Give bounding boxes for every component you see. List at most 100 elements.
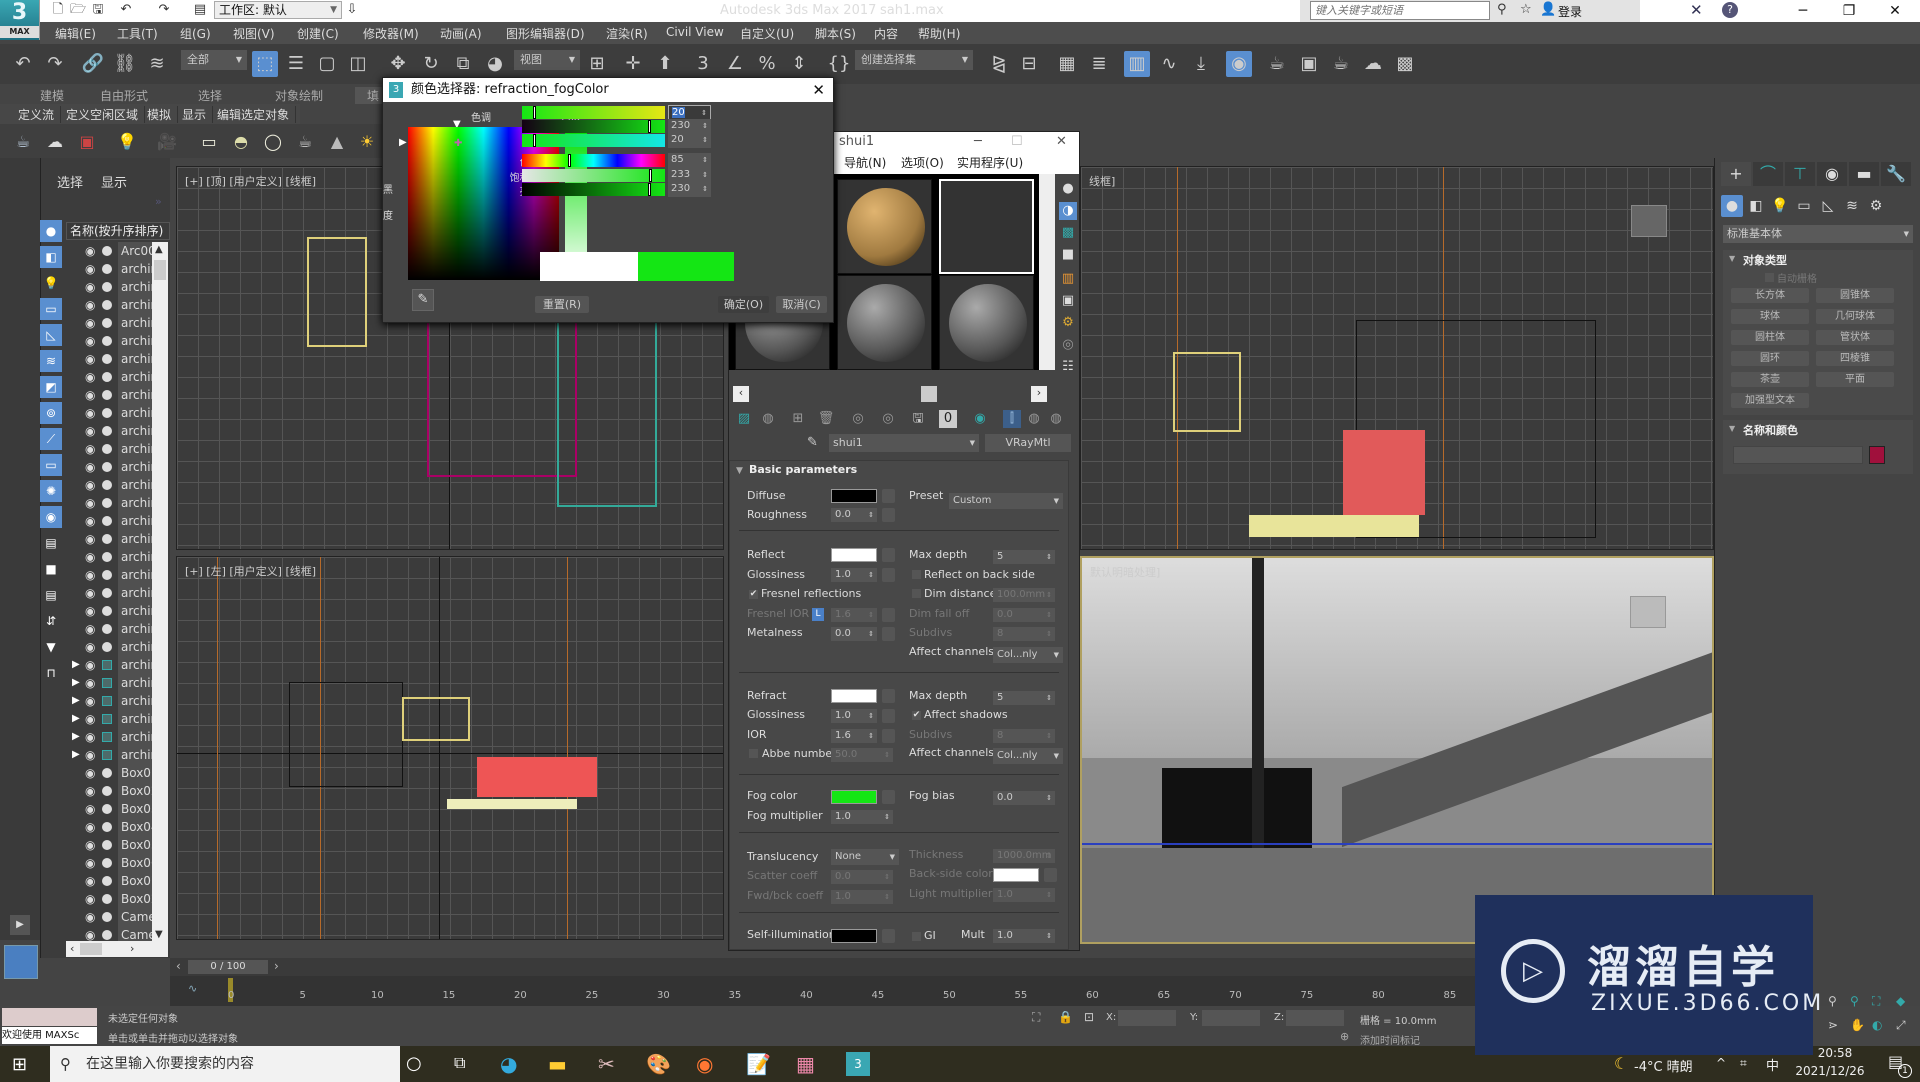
menu-content[interactable]: 内容 — [874, 25, 898, 42]
show-shaded-icon[interactable]: ◉ — [971, 410, 989, 428]
make-preview-icon[interactable]: ▣ — [1059, 292, 1077, 310]
rollout-collapse-icon[interactable]: ▼ — [736, 466, 743, 476]
ref-coord-dropdown[interactable]: 视图 ▼ — [514, 50, 580, 70]
filter-icon[interactable]: ▼ — [40, 636, 62, 658]
hierarchy-tab-icon[interactable]: ⊤ — [1785, 162, 1815, 186]
primitive-button[interactable]: 加强型文本 — [1731, 393, 1809, 408]
login-button[interactable]: 登录 — [1558, 3, 1582, 20]
visibility-eye-icon[interactable]: ◉ — [85, 440, 95, 458]
reset-button[interactable]: 重置(R) — [535, 296, 589, 313]
assign-material-icon[interactable]: ⊞ — [789, 410, 807, 428]
visibility-eye-icon[interactable]: ◉ — [85, 638, 95, 656]
scroll-left-icon[interactable]: ‹ — [733, 386, 749, 402]
restore-button[interactable]: ❐ — [1826, 0, 1872, 22]
mirror-icon[interactable]: ⧎ — [986, 51, 1012, 77]
scene-list-item[interactable]: ◉ Box03 — [66, 800, 156, 818]
ior-spinner[interactable]: 1.6 ⇕ — [831, 729, 877, 743]
visibility-eye-icon[interactable]: ◉ — [85, 584, 95, 602]
help-icon[interactable]: ? — [1722, 2, 1738, 18]
options-icon[interactable]: ⚙ — [1059, 314, 1077, 332]
spinner-arrows-icon[interactable]: ⇕ — [868, 627, 874, 641]
vray-toolbar-icon[interactable]: ▩ — [1392, 51, 1418, 77]
visibility-eye-icon[interactable]: ◉ — [85, 782, 95, 800]
spinner-arrows-icon[interactable]: ⇕ — [702, 153, 708, 167]
reflect-color-swatch[interactable] — [831, 548, 877, 562]
display-children-icon[interactable]: ▤ — [40, 532, 62, 554]
curve-editor-icon[interactable]: ∿ — [1156, 51, 1182, 77]
slider-thumb[interactable] — [649, 169, 653, 182]
material-name-field[interactable]: shui1 ▼ — [829, 434, 979, 452]
link-icon[interactable]: 🔗 — [80, 51, 106, 77]
scene-list-item[interactable]: ◉ archinteriors18 — [66, 566, 156, 584]
menu-views[interactable]: 视图(V) — [233, 25, 275, 42]
move-icon[interactable]: ✥ — [385, 51, 411, 77]
spinner-arrows-icon[interactable]: ⇕ — [1046, 929, 1052, 943]
visibility-eye-icon[interactable]: ◉ — [85, 476, 95, 494]
backside-map-button[interactable] — [1044, 868, 1057, 882]
self-illumination-map-button[interactable] — [882, 929, 895, 943]
filter-xrefs-icon[interactable]: ⊚ — [40, 402, 62, 424]
slots-hscroll[interactable]: ‹ › — [729, 386, 1055, 402]
utilities-tab-icon[interactable]: 🔧 — [1881, 162, 1911, 186]
spinner-arrows-icon[interactable]: ⇕ — [702, 119, 708, 133]
scene-explorer-icon[interactable]: ▦ — [1054, 51, 1080, 77]
select-by-material-icon[interactable]: ◎ — [1059, 336, 1077, 354]
subtab-define-idle-areas[interactable]: 定义空闲区域 — [60, 106, 146, 123]
spinner-arrows-icon[interactable]: ⇕ — [1046, 550, 1052, 564]
spinner-arrows-icon[interactable]: ⇕ — [884, 748, 890, 762]
app-icon[interactable]: ▦ — [796, 1052, 815, 1076]
y-coordinate-input[interactable] — [1202, 1010, 1260, 1026]
primitive-button[interactable]: 管状体 — [1816, 330, 1894, 345]
sample-slot[interactable] — [939, 275, 1034, 370]
scene-list-item[interactable]: ◉ archinteriors04 — [66, 314, 156, 332]
visibility-eye-icon[interactable]: ◉ — [85, 278, 95, 296]
play-expand-button[interactable]: ▶ — [10, 915, 30, 935]
primitive-button[interactable]: 四棱锥 — [1816, 351, 1894, 366]
filter-bones-icon[interactable]: ⟋ — [40, 428, 62, 450]
maxscript-listener[interactable] — [2, 1008, 97, 1026]
menu-tools[interactable]: 工具(T) — [117, 25, 158, 42]
scroll-left-icon[interactable]: ‹ — [70, 942, 74, 955]
weather-text[interactable]: -4°C 晴朗 — [1634, 1056, 1693, 1075]
scene-list-item[interactable]: ◉ archinteriors07 — [66, 368, 156, 386]
scene-list-item[interactable]: ◉ Box01 — [66, 764, 156, 782]
task-view-icon[interactable]: ⧉ — [454, 1053, 465, 1073]
menu-civil-view[interactable]: Civil View — [666, 25, 724, 39]
slider-thumb[interactable] — [533, 134, 537, 147]
vray-sphere-icon[interactable]: ◯ — [262, 131, 284, 153]
diffuse-map-button[interactable] — [882, 489, 895, 503]
time-tag-icon[interactable]: ⊕ — [1340, 1030, 1349, 1043]
vray-dome-icon[interactable]: ◓ — [230, 131, 252, 153]
visibility-eye-icon[interactable]: ◉ — [85, 260, 95, 278]
reflect-affect-dropdown[interactable]: Col...nly ▼ — [993, 647, 1063, 663]
hue-spinner[interactable]: 85 ⇕ — [668, 153, 711, 168]
menu-scripting[interactable]: 脚本(S) — [815, 25, 856, 42]
undo-icon[interactable]: ↶ — [10, 51, 36, 77]
filter-shapes-icon[interactable]: ◧ — [40, 246, 62, 268]
select-manipulate-icon[interactable]: ✛ — [620, 51, 646, 77]
uv-tiling-icon[interactable]: ■ — [1059, 246, 1077, 264]
subtab-display[interactable]: 显示 — [176, 106, 214, 123]
render-production-icon[interactable]: ☕ — [1328, 51, 1354, 77]
visibility-eye-icon[interactable]: ◉ — [85, 368, 95, 386]
reflect-max-depth-spinner[interactable]: 5 ⇕ — [993, 550, 1055, 564]
select-by-name-icon[interactable]: ☰ — [283, 51, 309, 77]
blackness-marker-icon[interactable]: ▶ — [399, 137, 407, 148]
sample-slot-active[interactable] — [939, 179, 1034, 274]
visibility-eye-icon[interactable]: ◉ — [85, 530, 95, 548]
scene-list-item[interactable]: ◉ archinteriors13 — [66, 476, 156, 494]
x-coordinate-input[interactable] — [1118, 1010, 1176, 1026]
frame-display[interactable]: 0 / 100 — [188, 960, 268, 974]
spinner-snap-icon[interactable]: ⇕ — [786, 51, 812, 77]
help-search-input[interactable] — [1310, 1, 1490, 20]
zoom-extents-icon[interactable]: ⛶ — [1872, 994, 1880, 1009]
spinner-arrows-icon[interactable]: ⇕ — [701, 106, 707, 120]
cortana-icon[interactable]: ○ — [406, 1053, 422, 1074]
menu-navigation[interactable]: 导航(N) — [844, 152, 886, 174]
refract-map-button[interactable] — [882, 689, 895, 703]
fresnel-checkbox[interactable]: ✔ — [749, 590, 758, 599]
visibility-eye-icon[interactable]: ◉ — [85, 800, 95, 818]
put-to-library-icon[interactable]: 🖫 — [909, 410, 927, 428]
visibility-eye-icon[interactable]: ◉ — [85, 404, 95, 422]
visibility-eye-icon[interactable]: ◉ — [85, 854, 95, 872]
